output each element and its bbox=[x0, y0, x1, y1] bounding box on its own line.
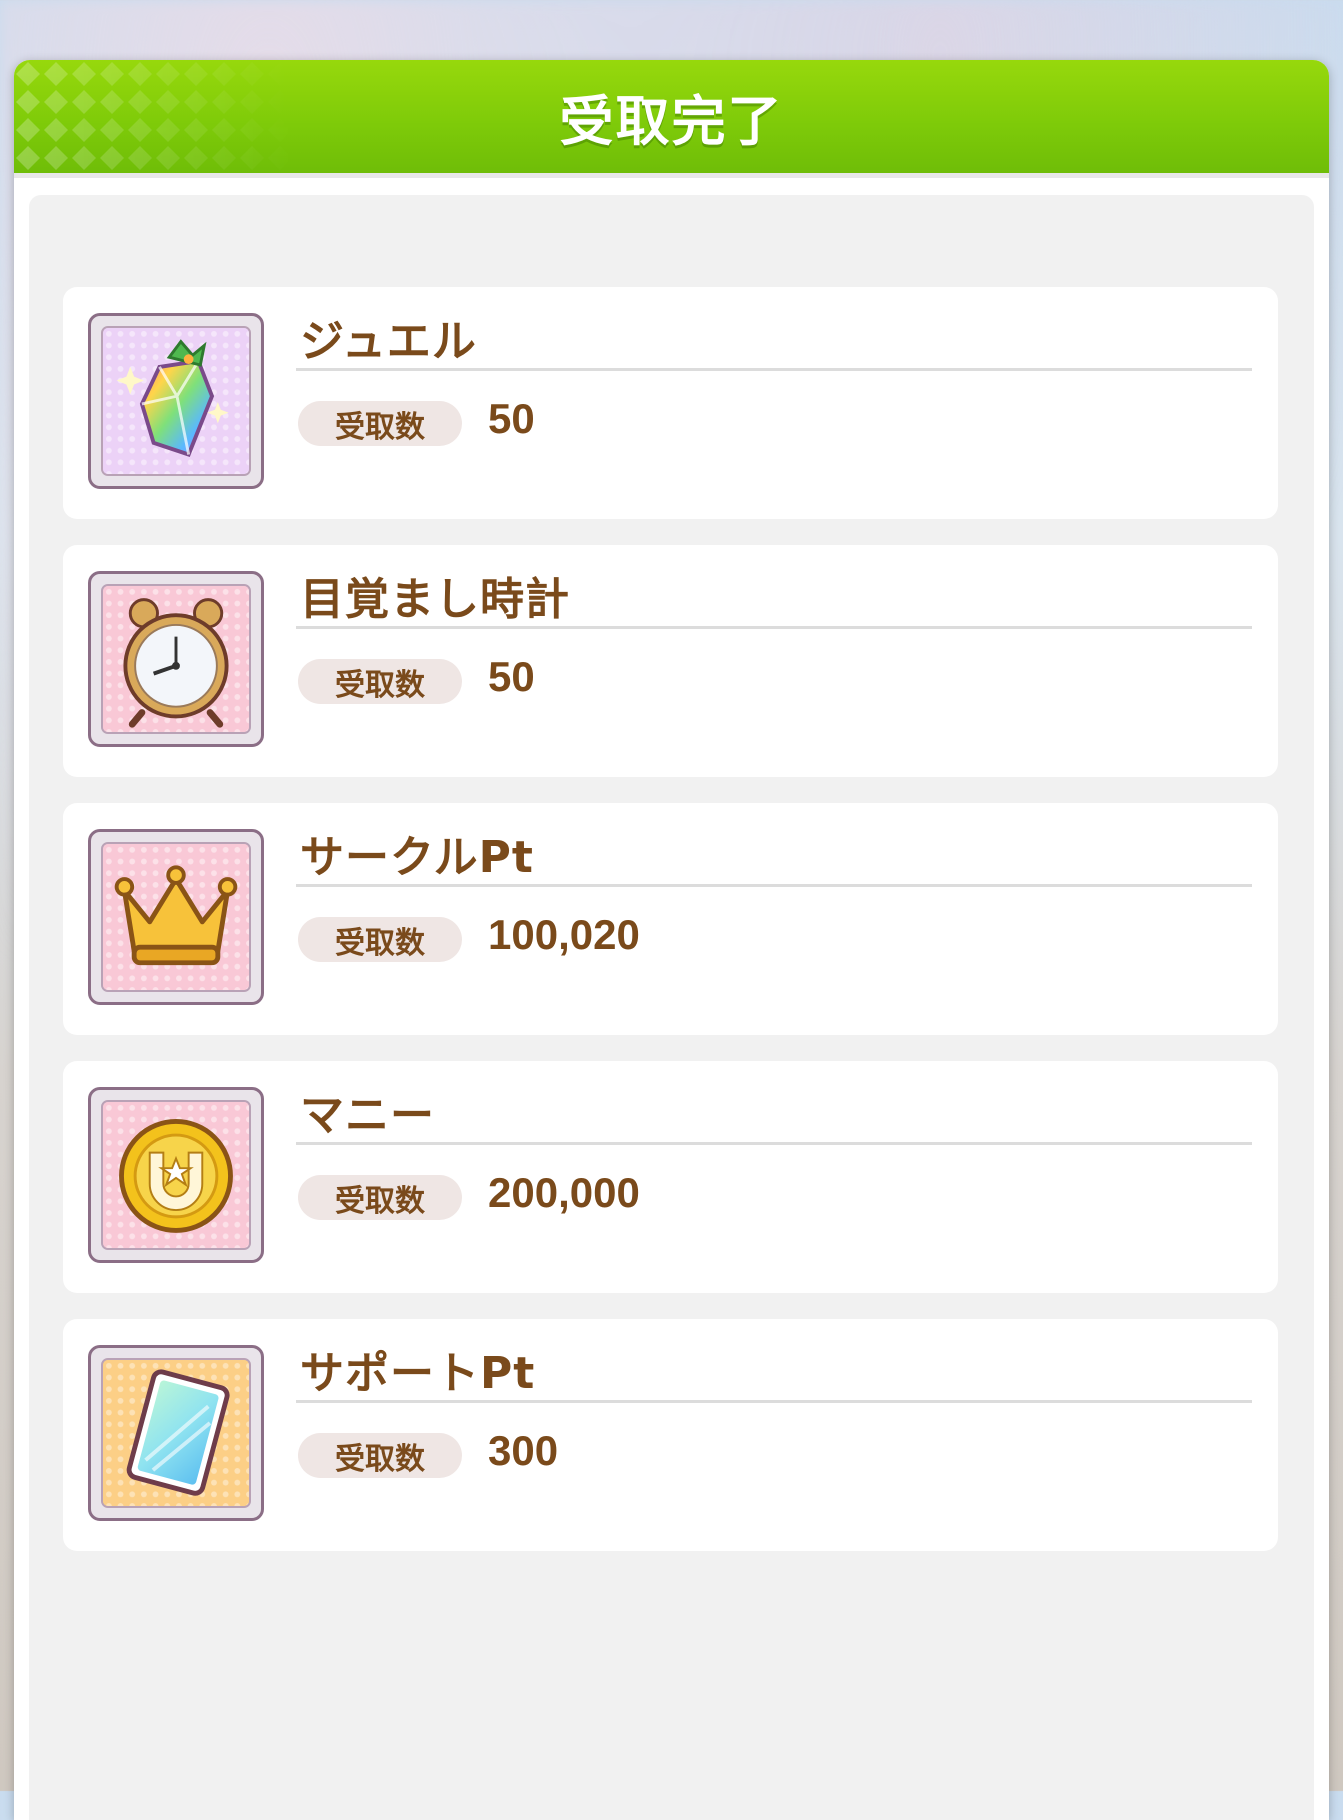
item-icon-frame bbox=[88, 571, 264, 747]
jewel-icon bbox=[101, 326, 251, 476]
quantity-value: 100,020 bbox=[488, 911, 640, 958]
coin-icon bbox=[101, 1100, 251, 1250]
quantity-label: 受取数 bbox=[298, 1433, 462, 1478]
divider bbox=[296, 1142, 1252, 1145]
divider bbox=[296, 884, 1252, 887]
reward-dialog: 受取完了 ジュエル 受取数 50 目覚まし時計 受取数 50 サークルPt 受取… bbox=[14, 60, 1329, 1820]
dialog-title: 受取完了 bbox=[559, 90, 784, 153]
reward-item-alarm-clock: 目覚まし時計 受取数 50 bbox=[63, 545, 1278, 777]
reward-item-jewel: ジュエル 受取数 50 bbox=[63, 287, 1278, 519]
quantity-label: 受取数 bbox=[298, 917, 462, 962]
item-icon-frame bbox=[88, 1087, 264, 1263]
crown-icon bbox=[101, 842, 251, 992]
item-name: ジュエル bbox=[300, 316, 477, 367]
item-name: サポートPt bbox=[300, 1348, 536, 1399]
item-name: サークルPt bbox=[300, 832, 534, 883]
quantity-label: 受取数 bbox=[298, 1175, 462, 1220]
quantity-label: 受取数 bbox=[298, 401, 462, 446]
reward-item-money: マニー 受取数 200,000 bbox=[63, 1061, 1278, 1293]
support-card-icon bbox=[101, 1358, 251, 1508]
reward-list: ジュエル 受取数 50 目覚まし時計 受取数 50 サークルPt 受取数 100… bbox=[29, 195, 1314, 1820]
quantity-value: 50 bbox=[488, 653, 535, 700]
item-icon-frame bbox=[88, 313, 264, 489]
quantity-label: 受取数 bbox=[298, 659, 462, 704]
reward-item-support-pt: サポートPt 受取数 300 bbox=[63, 1319, 1278, 1551]
quantity-value: 300 bbox=[488, 1427, 559, 1474]
item-icon-frame bbox=[88, 1345, 264, 1521]
divider bbox=[296, 1400, 1252, 1403]
dialog-header: 受取完了 bbox=[14, 60, 1329, 178]
item-name: マニー bbox=[300, 1090, 435, 1141]
quantity-value: 50 bbox=[488, 395, 535, 442]
alarm-clock-icon bbox=[101, 584, 251, 734]
divider bbox=[296, 368, 1252, 371]
divider bbox=[296, 626, 1252, 629]
item-icon-frame bbox=[88, 829, 264, 1005]
reward-item-circle-pt: サークルPt 受取数 100,020 bbox=[63, 803, 1278, 1035]
quantity-value: 200,000 bbox=[488, 1169, 640, 1216]
item-name: 目覚まし時計 bbox=[300, 574, 570, 625]
